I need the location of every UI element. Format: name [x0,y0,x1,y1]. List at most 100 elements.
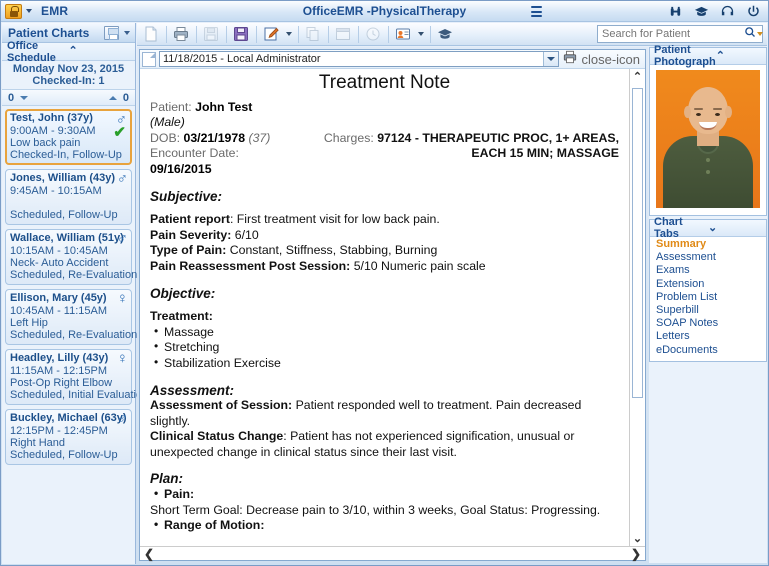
patient-name: Wallace, William (51y) [10,232,124,244]
graduation-cap-icon[interactable] [694,4,709,19]
list-item[interactable]: ♂ Buckley, Michael (63y) 12:15PM - 12:45… [5,409,132,465]
horizontal-scrollbar[interactable]: ❮ ❯ [140,546,645,561]
tab-summary[interactable]: Summary [650,238,766,251]
scrollbar-track[interactable] [630,84,646,531]
title-bar-icons [668,4,761,19]
gender-icon: ♂ [116,230,128,247]
encounter-label: Encounter Date: [150,146,239,161]
tab-superbill[interactable]: Superbill [650,304,766,317]
appointment-status: Scheduled, Re-Evaluation [10,329,138,341]
count-left-value: 0 [8,91,15,104]
tab-problem-list[interactable]: Problem List [650,291,766,304]
appointment-time: 12:15PM - 12:45PM [10,425,108,437]
appointment-time: 11:15AM - 12:15PM [10,365,108,377]
list-item[interactable]: ♂ Jones, William (43y) 9:45AM - 10:15AM … [5,169,132,225]
list-item[interactable]: ♂ Wallace, William (51y) 10:15AM - 10:45… [5,229,137,285]
visit-reason: Post-Op Right Elbow [10,377,113,389]
edit-note-icon[interactable] [260,24,282,44]
avatar-body [663,136,753,208]
patient-name: Buckley, Michael (63y) [10,412,127,424]
tab-edocuments[interactable]: eDocuments [650,344,766,357]
scroll-down-icon[interactable] [20,95,29,100]
tab-assessment[interactable]: Assessment [650,251,766,264]
vertical-scrollbar[interactable]: ⌃ ⌄ [629,69,645,546]
app-name-label: EMR [41,4,69,18]
clock-icon [362,24,384,44]
right-sidebar: Patient Photograph ⌃ Chart Tabs ⌄ Summar… [649,44,767,563]
patient-name: Ellison, Mary (45y) [10,292,107,304]
lock-dropdown-caret-icon[interactable] [26,9,32,13]
chart-tabs-header[interactable]: Chart Tabs ⌄ [650,216,766,240]
assessment-session-label: Assessment of Session: [150,398,293,413]
scroll-left-arrow[interactable]: ❮ [144,547,154,561]
office-schedule-header[interactable]: Office Schedule ⌃ [2,39,135,64]
headset-icon[interactable] [720,4,735,19]
patient-card-icon[interactable] [392,24,414,44]
close-icon[interactable]: close-icon [581,53,640,66]
patient-line: Patient: John Test [150,100,619,116]
appointment-time: 9:00AM - 9:30AM [10,125,96,137]
patient-search-box[interactable] [597,25,763,43]
list-item[interactable]: ♀ Headley, Lilly (43y) 11:15AM - 12:15PM… [5,349,149,405]
gender-icon: ♀ [116,290,128,307]
schedule-date-label: Monday Nov 23, 2015 [12,63,125,75]
binoculars-icon[interactable] [668,4,683,19]
main-toolbar [137,23,767,46]
page-title: Treatment Note [318,72,451,93]
collapse-chevron-icon[interactable]: ⌃ [69,46,131,57]
tab-letters[interactable]: Letters [650,330,766,343]
lock-icon[interactable] [5,3,22,19]
encounter-charges-row: Encounter Date: EACH 15 MIN; MASSAGE [150,146,619,162]
visit-reason: Right Hand [10,437,66,449]
edit-dropdown-caret-icon[interactable] [283,24,294,44]
tab-extension[interactable]: Extension [650,278,766,291]
graduation-cap-icon[interactable] [434,24,456,44]
print-icon[interactable] [170,24,192,44]
scroll-down-arrow[interactable]: ⌄ [630,531,646,546]
note-version-select[interactable]: 11/18/2015 - Local Administrator [159,51,560,67]
pain-severity-value: 6/10 [234,227,259,242]
photo-container [650,65,766,215]
chevron-down-icon[interactable] [543,52,559,66]
checked-in-icon: ✔ [113,124,126,141]
search-icon[interactable] [744,25,756,43]
expand-chevron-icon[interactable]: ⌄ [708,222,762,234]
patient-photograph-header[interactable]: Patient Photograph ⌃ [650,44,766,68]
list-item: Stretching [150,339,619,356]
type-of-pain-value: Constant, Stiffness, Stabbing, Burning [229,243,438,258]
scroll-right-arrow[interactable]: ❯ [631,547,641,561]
scroll-up-arrow[interactable]: ⌃ [630,69,646,84]
tab-exams[interactable]: Exams [650,264,766,277]
save-purple-icon[interactable] [230,24,252,44]
menu-burger-icon[interactable] [531,6,542,17]
avatar-button-1 [706,158,710,162]
type-of-pain-label: Type of Pain: [150,243,227,258]
gender-icon: ♂ [116,410,128,427]
search-input[interactable] [598,26,744,42]
dob-label: DOB: [150,130,181,145]
plan-rom-label: Range of Motion: [150,517,619,534]
appointment-status: Checked-In, Follow-Up [10,149,122,161]
save-icon[interactable] [104,25,119,40]
patient-dropdown-caret-icon[interactable] [415,24,426,44]
power-icon[interactable] [746,4,761,19]
collapse-chevron-icon[interactable]: ⌃ [716,50,762,62]
pain-severity-line: Pain Severity: 6/10 [150,228,619,244]
appointment-status: Scheduled, Initial Evaluation [10,389,149,401]
patient-name-value: John Test [195,99,253,114]
chevron-down-icon[interactable] [124,30,130,35]
tab-soap-notes[interactable]: SOAP Notes [650,317,766,330]
search-dropdown-caret-icon[interactable] [757,32,763,36]
charges-label: Charges: [323,130,374,145]
scrollbar-thumb[interactable] [631,88,643,398]
office-schedule-title: Office Schedule [7,39,56,64]
avatar [656,70,760,208]
note-content: Treatment Note Patient: John Test (Male)… [140,69,629,546]
patient-name: Headley, Lilly (43y) [10,352,109,364]
scroll-up-icon[interactable] [108,95,117,100]
new-document-icon[interactable] [140,24,162,44]
patient-name: Jones, William (43y) [10,172,116,184]
list-item[interactable]: ♀ Ellison, Mary (45y) 10:45AM - 11:15AM … [5,289,138,345]
print-icon[interactable] [563,50,579,69]
list-item[interactable]: ♂ ✔ Test, John (37y) 9:00AM - 9:30AM Low… [5,109,132,165]
